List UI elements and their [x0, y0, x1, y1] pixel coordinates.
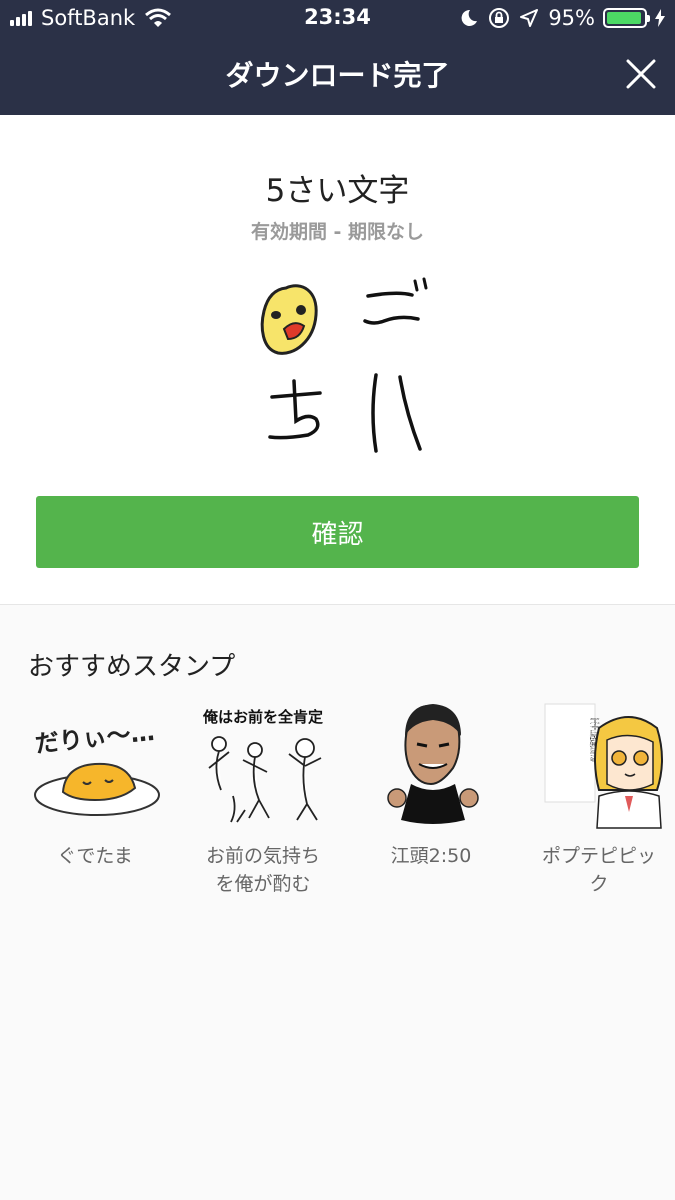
battery-percent: 95% [548, 6, 595, 30]
page-title: ダウンロード完了 [225, 59, 450, 92]
gudetama-thumbnail: だりぃ〜… [34, 718, 160, 816]
recommended-item-name: お前の気持ち を俺が酌む [205, 845, 320, 895]
svg-text:俺はお前を全肯定: 俺はお前を全肯定 [202, 708, 323, 726]
recommended-item-poptepipic[interactable]: あーそーゆーことね完全に理解した わかってない ポプテピピック [524, 700, 674, 898]
validity-period: 有効期間 - 期限なし [250, 221, 425, 243]
close-icon[interactable] [625, 58, 657, 90]
recommended-item-zenkotei[interactable]: 俺はお前を全肯定 お前の気持ち を俺が酌む [188, 700, 338, 898]
sticker-preview-image [260, 277, 428, 453]
status-bar: SoftBank 23:34 95% [0, 0, 675, 36]
poptepipic-thumbnail: あーそーゆーことね完全に理解した わかってない [544, 703, 663, 829]
recommended-item-name: ポプテピピック [541, 845, 656, 895]
confirm-button[interactable]: 確認 [36, 496, 639, 568]
sticker-title: 5さい文字 [265, 173, 410, 209]
top-bar: SoftBank 23:34 95% ダウンロード完了 [0, 0, 675, 115]
moon-icon [461, 9, 478, 26]
zenkotei-thumbnail: 俺はお前を全肯定 [202, 708, 323, 823]
battery-icon [603, 8, 650, 28]
svg-text:だりぃ〜…: だりぃ〜… [34, 718, 156, 758]
download-complete-card: 5さい文字 有効期間 - 期限なし 確認 [0, 115, 675, 605]
egashira-thumbnail [387, 704, 479, 824]
battery-level [607, 12, 642, 24]
orientation-lock-icon [489, 8, 510, 28]
recommended-item-name: 江頭2:50 [390, 845, 472, 867]
location-icon [520, 9, 539, 27]
charging-icon [655, 9, 665, 27]
recommended-item-gudetama[interactable]: だりぃ〜… ぐでたま [20, 700, 170, 870]
recommended-stickers-heading: おすすめスタンプ [28, 652, 236, 682]
recommended-item-name: ぐでたま [57, 845, 133, 867]
recommended-item-egashira[interactable]: 江頭2:50 [356, 700, 506, 870]
